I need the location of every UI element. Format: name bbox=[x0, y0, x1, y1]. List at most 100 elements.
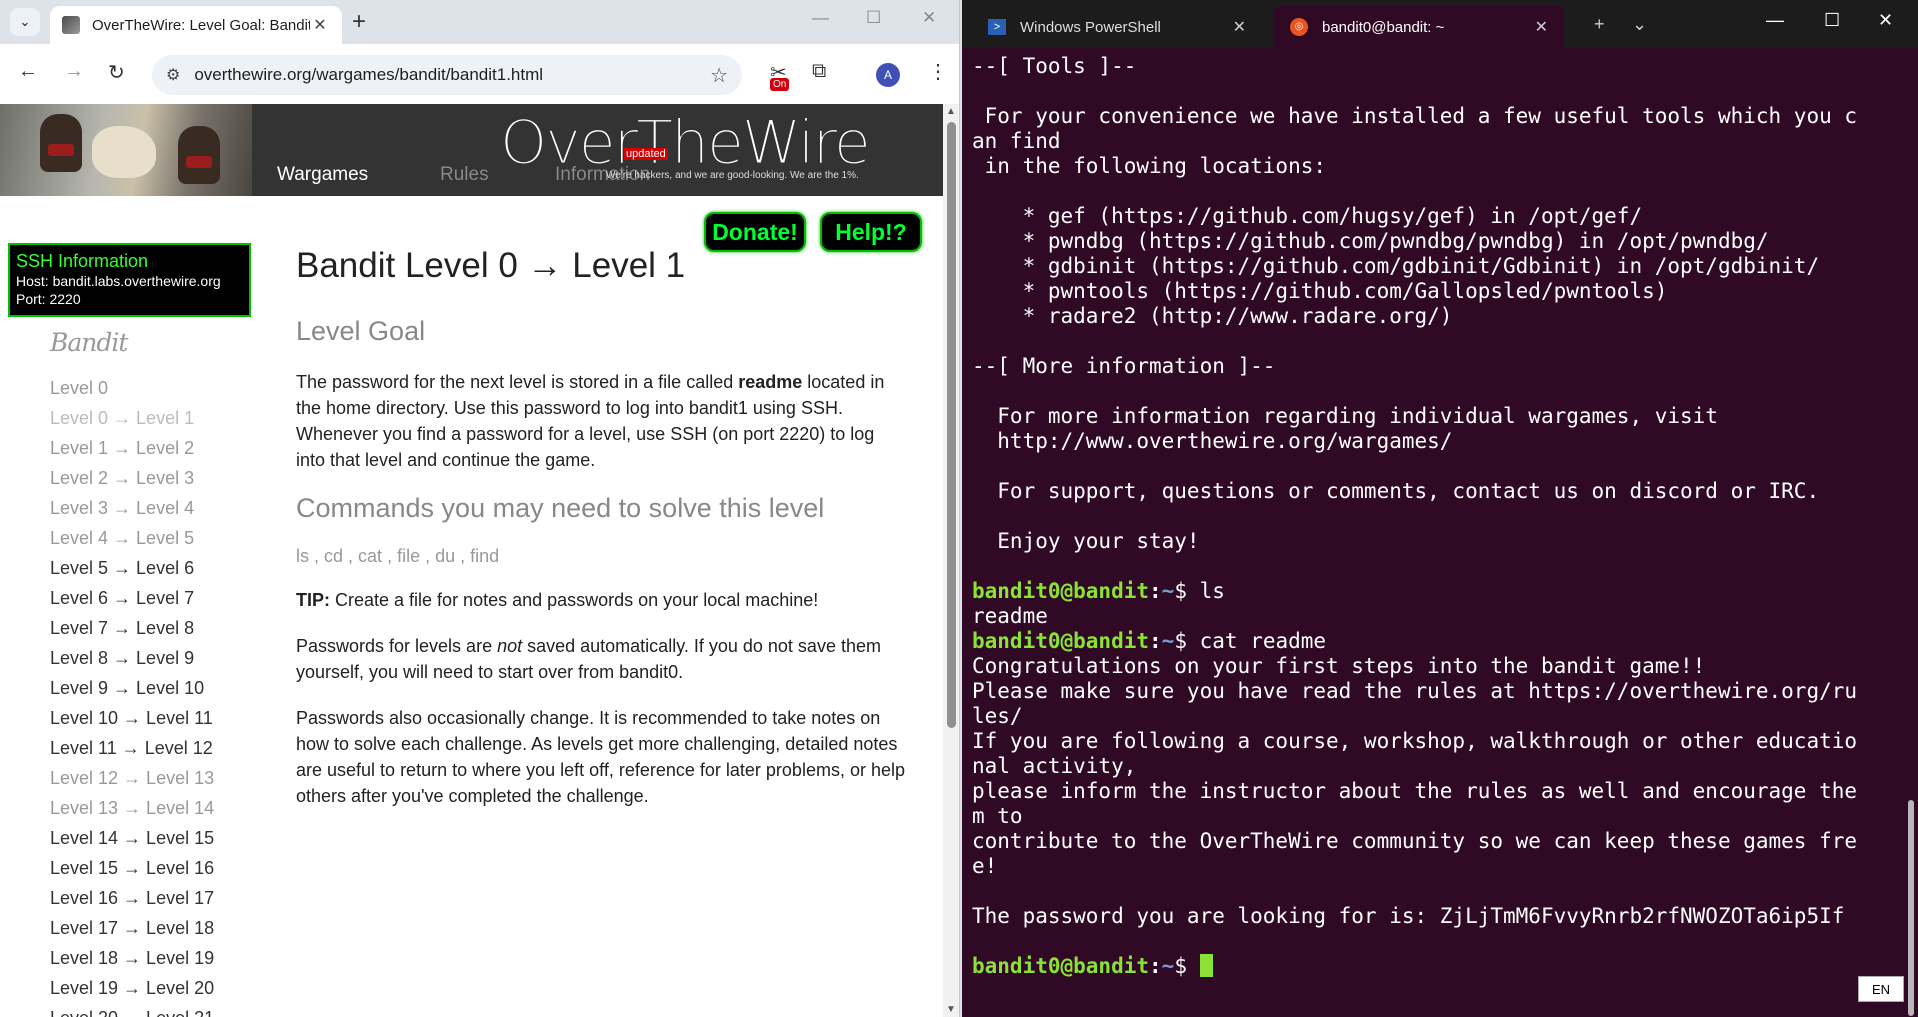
terminal-text: readme bbox=[972, 604, 1048, 628]
tab-powershell-label: Windows PowerShell bbox=[1020, 18, 1161, 36]
sidebar-level-link[interactable]: Level 17 → Level 18 bbox=[50, 913, 250, 943]
terminal-line: * gef (https://github.com/hugsy/gef) in … bbox=[972, 204, 1902, 229]
scroll-up-icon[interactable]: ▲ bbox=[946, 106, 956, 117]
terminal-scrollbar-thumb[interactable] bbox=[1908, 800, 1914, 1016]
sidebar-level-link[interactable]: Level 13 → Level 14 bbox=[50, 793, 250, 823]
terminal-output[interactable]: --[ Tools ]-- For your convenience we ha… bbox=[972, 54, 1902, 979]
sidebar-level-link[interactable]: Level 6 → Level 7 bbox=[50, 583, 250, 613]
bookmark-star-icon[interactable]: ☆ bbox=[710, 63, 728, 88]
sidebar-level-link[interactable]: Level 9 → Level 10 bbox=[50, 673, 250, 703]
address-url[interactable]: overthewire.org/wargames/bandit/bandit1.… bbox=[194, 65, 710, 85]
maximize-button[interactable]: ☐ bbox=[866, 8, 881, 28]
terminal-text: --[ Tools ]-- bbox=[972, 54, 1137, 78]
profile-avatar[interactable]: A bbox=[876, 63, 900, 87]
command-link[interactable]: cat bbox=[358, 546, 382, 566]
terminal-line: an find bbox=[972, 129, 1902, 154]
sidebar-level-link[interactable]: Level 1 → Level 2 bbox=[50, 433, 250, 463]
command-link[interactable]: ls bbox=[296, 546, 309, 566]
chevron-down-icon: ⌄ bbox=[19, 14, 31, 29]
ssh-host: Host: bandit.labs.overthewire.org bbox=[16, 273, 221, 289]
new-tab-icon[interactable]: + bbox=[1594, 14, 1605, 35]
sidebar-level-link[interactable]: Level 4 → Level 5 bbox=[50, 523, 250, 553]
command-link[interactable]: find bbox=[470, 546, 499, 566]
site-info-icon[interactable]: ⚙ bbox=[166, 65, 180, 85]
sidebar-level-link[interactable]: Level 15 → Level 16 bbox=[50, 853, 250, 883]
forward-button[interactable]: → bbox=[64, 60, 84, 83]
new-tab-button[interactable]: + bbox=[352, 8, 366, 36]
terminal-window: > Windows PowerShell ✕ ◎ bandit0@bandit:… bbox=[962, 0, 1918, 1017]
scrollbar-thumb[interactable] bbox=[947, 122, 956, 728]
address-bar[interactable]: ⚙ overthewire.org/wargames/bandit/bandit… bbox=[152, 55, 742, 95]
minimize-button[interactable]: — bbox=[812, 8, 829, 28]
cat-figure bbox=[92, 126, 156, 178]
terminal-line: If you are following a course, workshop,… bbox=[972, 729, 1902, 754]
page-scrollbar[interactable]: ▲ ▼ bbox=[943, 104, 959, 1017]
reload-button[interactable]: ↻ bbox=[108, 60, 125, 85]
terminal-text: --[ More information ]-- bbox=[972, 354, 1276, 378]
command-link[interactable]: du bbox=[435, 546, 455, 566]
sidebar-level-link[interactable]: Level 18 → Level 19 bbox=[50, 943, 250, 973]
terminal-scrollbar[interactable] bbox=[1906, 48, 1916, 1017]
terminal-line: m to bbox=[972, 804, 1902, 829]
terminal-text: If you are following a course, workshop,… bbox=[972, 729, 1858, 753]
nav-rules[interactable]: Rules bbox=[440, 164, 489, 186]
passwords-not-saved-text: Passwords for levels are not saved autom… bbox=[296, 636, 881, 682]
terminal-line: Congratulations on your first steps into… bbox=[972, 654, 1902, 679]
prompt-path: ~ bbox=[1161, 954, 1175, 978]
sidebar-level-link[interactable]: Level 10 → Level 11 bbox=[50, 703, 250, 733]
minimize-button[interactable]: — bbox=[1766, 10, 1784, 31]
close-window-button[interactable]: ✕ bbox=[1878, 10, 1893, 31]
close-window-button[interactable]: ✕ bbox=[922, 8, 936, 28]
sidebar-level-link[interactable]: Level 20 → Level 21 bbox=[50, 1003, 250, 1017]
terminal-text: les/ bbox=[972, 704, 1023, 728]
prompt-user: bandit0@bandit bbox=[972, 579, 1150, 603]
sidebar-level-link[interactable]: Level 7 → Level 8 bbox=[50, 613, 250, 643]
sidebar-level-link[interactable]: Level 19 → Level 20 bbox=[50, 973, 250, 1003]
sidebar-level-link[interactable]: Level 2 → Level 3 bbox=[50, 463, 250, 493]
maximize-button[interactable]: ☐ bbox=[1824, 10, 1840, 31]
terminal-text: * gdbinit (https://github.com/gdbinit/Gd… bbox=[972, 254, 1820, 278]
browser-menu-icon[interactable]: ⋮ bbox=[928, 59, 948, 84]
sidebar-level-link[interactable]: Level 3 → Level 4 bbox=[50, 493, 250, 523]
tab-close-icon[interactable]: ✕ bbox=[310, 15, 330, 35]
terminal-text: Please make sure you have read the rules… bbox=[972, 679, 1858, 703]
close-icon[interactable]: ✕ bbox=[1233, 17, 1246, 37]
tab-powershell[interactable]: > Windows PowerShell ✕ bbox=[972, 6, 1262, 48]
browser-tab-title: OverTheWire: Level Goal: Bandit bbox=[92, 16, 310, 34]
terminal-text: Congratulations on your first steps into… bbox=[972, 654, 1706, 678]
sidebar-level-link[interactable]: Level 11 → Level 12 bbox=[50, 733, 250, 763]
browser-tab-active[interactable]: OverTheWire: Level Goal: Bandit ✕ bbox=[50, 6, 342, 44]
scroll-down-icon[interactable]: ▼ bbox=[946, 1004, 956, 1015]
terminal-line: les/ bbox=[972, 704, 1902, 729]
terminal-line: e! bbox=[972, 854, 1902, 879]
sidebar-level-link[interactable]: Level 8 → Level 9 bbox=[50, 643, 250, 673]
terminal-line: For your convenience we have installed a… bbox=[972, 104, 1902, 129]
tab-search-button[interactable]: ⌄ bbox=[10, 8, 40, 36]
terminal-prompt-line: bandit0@bandit:~$ ls bbox=[972, 579, 1225, 603]
back-button[interactable]: ← bbox=[18, 60, 38, 83]
extensions-puzzle-icon[interactable]: ⧉ bbox=[812, 60, 826, 83]
terminal-line: in the following locations: bbox=[972, 154, 1902, 179]
terminal-line: nal activity, bbox=[972, 754, 1902, 779]
command-link[interactable]: file bbox=[397, 546, 420, 566]
sidebar-level-link[interactable]: Level 12 → Level 13 bbox=[50, 763, 250, 793]
sidebar-level-link[interactable]: Level 16 → Level 17 bbox=[50, 883, 250, 913]
input-language-indicator[interactable]: EN bbox=[1858, 976, 1904, 1002]
sidebar-level-link[interactable]: Level 0 → Level 1 bbox=[50, 403, 250, 433]
close-icon[interactable]: ✕ bbox=[1535, 17, 1548, 37]
prompt-user: bandit0@bandit bbox=[972, 629, 1150, 653]
sidebar-level-link[interactable]: Level 0 bbox=[50, 373, 250, 403]
terminal-line: For more information regarding individua… bbox=[972, 404, 1902, 429]
nav-wargames[interactable]: Wargames bbox=[277, 164, 368, 186]
terminal-text: * gef (https://github.com/hugsy/gef) in … bbox=[972, 204, 1643, 228]
command-link[interactable]: cd bbox=[324, 546, 343, 566]
domo-figure bbox=[178, 126, 220, 184]
chevron-down-icon[interactable]: ⌄ bbox=[1632, 14, 1647, 35]
sidebar-level-link[interactable]: Level 14 → Level 15 bbox=[50, 823, 250, 853]
tab-bandit[interactable]: ◎ bandit0@bandit: ~ ✕ bbox=[1274, 6, 1564, 48]
sidebar-level-link[interactable]: Level 5 → Level 6 bbox=[50, 553, 250, 583]
